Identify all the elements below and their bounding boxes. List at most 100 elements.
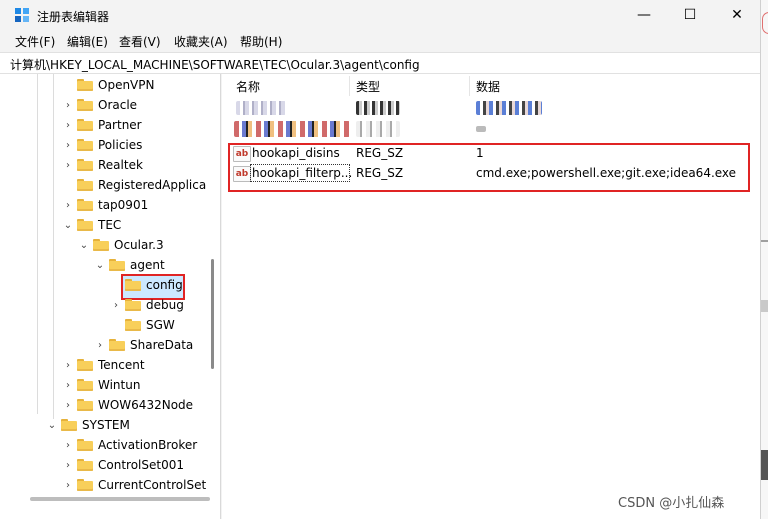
tree-item-label: OpenVPN xyxy=(98,78,155,92)
address-path[interactable]: 计算机\HKEY_LOCAL_MACHINE\SOFTWARE\TEC\Ocul… xyxy=(10,56,420,73)
chevron-down-icon[interactable]: ⌄ xyxy=(63,220,73,231)
chevron-down-icon[interactable]: ⌄ xyxy=(95,260,105,271)
column-header-name[interactable]: 名称 xyxy=(236,78,260,96)
tree-item-config[interactable]: config xyxy=(111,275,183,295)
folder-icon xyxy=(77,439,93,451)
tree-item-wow6432node[interactable]: › WOW6432Node xyxy=(63,395,193,415)
obscured-value-data xyxy=(476,101,542,115)
minimize-button[interactable]: — xyxy=(621,0,667,30)
menu-file[interactable]: 文件(F) xyxy=(15,33,55,50)
folder-icon xyxy=(77,179,93,191)
tree-item-activationbroker[interactable]: › ActivationBroker xyxy=(63,435,197,455)
menu-help[interactable]: 帮助(H) xyxy=(240,33,282,50)
menu-edit[interactable]: 编辑(E) xyxy=(67,33,108,50)
tree-guide-line xyxy=(53,74,54,419)
tree-item-tap0901[interactable]: › tap0901 xyxy=(63,195,148,215)
folder-icon xyxy=(125,279,141,291)
tree-item-registeredapplications[interactable]: RegisteredApplica xyxy=(63,175,206,195)
tree-item-label: SYSTEM xyxy=(82,418,130,432)
tree-item-label: Realtek xyxy=(98,158,143,172)
maximize-icon: ☐ xyxy=(683,7,697,23)
close-icon: ✕ xyxy=(731,7,743,23)
title-bar[interactable]: 注册表编辑器 — ☐ ✕ xyxy=(0,0,760,30)
menu-bar: 文件(F) 编辑(E) 查看(V) 收藏夹(A) 帮助(H) xyxy=(0,30,760,51)
tree-item-label: CurrentControlSet xyxy=(98,478,207,492)
tree-item-agent[interactable]: ⌄ agent xyxy=(95,255,165,275)
tree-item-label: Policies xyxy=(98,138,143,152)
values-list: 名称 类型 数据 ab hookapi_disins REG_SZ 1 ab h… xyxy=(222,74,760,519)
folder-icon xyxy=(109,339,125,351)
tree-item-policies[interactable]: › Policies xyxy=(63,135,142,155)
folder-icon xyxy=(77,79,93,91)
chevron-right-icon[interactable]: › xyxy=(63,200,73,211)
annotation-highlight-box xyxy=(228,143,750,192)
maximize-button[interactable]: ☐ xyxy=(667,0,713,30)
tree-item-openvpn[interactable]: OpenVPN xyxy=(63,75,154,95)
tree-item-label: Tencent xyxy=(98,358,145,372)
folder-icon xyxy=(77,99,93,111)
tree-item-sharedata[interactable]: › ShareData xyxy=(95,335,193,355)
folder-icon xyxy=(93,239,109,251)
chevron-down-icon[interactable]: ⌄ xyxy=(79,240,89,251)
chevron-right-icon[interactable]: › xyxy=(63,440,73,451)
tree-item-controlset001[interactable]: › ControlSet001 xyxy=(63,455,184,475)
tree-item-label: WOW6432Node xyxy=(98,398,194,412)
chevron-right-icon[interactable]: › xyxy=(63,380,73,391)
column-separator[interactable] xyxy=(349,76,350,96)
chevron-right-icon[interactable]: › xyxy=(95,340,105,351)
tree-item-partner[interactable]: › Partner xyxy=(63,115,142,135)
address-bar[interactable]: 计算机\HKEY_LOCAL_MACHINE\SOFTWARE\TEC\Ocul… xyxy=(0,52,760,74)
folder-icon xyxy=(77,459,93,471)
chevron-right-icon[interactable]: › xyxy=(63,460,73,471)
tree-item-wintun[interactable]: › Wintun xyxy=(63,375,140,395)
menu-view[interactable]: 查看(V) xyxy=(119,33,161,50)
column-header-data[interactable]: 数据 xyxy=(476,78,500,96)
tree-item-label: RegisteredApplica xyxy=(98,178,207,192)
tree-item-label: Oracle xyxy=(98,98,138,112)
tree-item-tec[interactable]: ⌄ TEC xyxy=(63,215,122,235)
tree-item-label: agent xyxy=(130,258,165,272)
background-page-edge xyxy=(760,0,768,519)
scrollbar-thumb[interactable] xyxy=(211,259,214,369)
folder-icon xyxy=(61,419,77,431)
background-decoration xyxy=(761,240,768,242)
registry-editor-window: 注册表编辑器 — ☐ ✕ 文件(F) 编辑(E) 查看(V) 收藏夹(A) 帮助… xyxy=(0,0,761,519)
tree-horizontal-scrollbar[interactable] xyxy=(30,497,210,501)
tree-item-label: Wintun xyxy=(98,378,141,392)
chevron-right-icon[interactable]: › xyxy=(63,160,73,171)
column-header-type[interactable]: 类型 xyxy=(356,78,380,96)
chevron-right-icon[interactable]: › xyxy=(63,480,73,491)
close-button[interactable]: ✕ xyxy=(714,0,760,30)
folder-icon xyxy=(77,379,93,391)
folder-icon xyxy=(77,219,93,231)
tree-item-oracle[interactable]: › Oracle xyxy=(63,95,137,115)
menu-favorites[interactable]: 收藏夹(A) xyxy=(174,33,228,50)
tree-vertical-scrollbar[interactable] xyxy=(210,74,216,514)
chevron-right-icon[interactable]: › xyxy=(63,140,73,151)
folder-icon xyxy=(77,119,93,131)
column-separator[interactable] xyxy=(469,76,470,96)
background-decoration xyxy=(761,450,768,480)
tree-item-label: Ocular.3 xyxy=(114,238,164,252)
tree-item-system[interactable]: ⌄ SYSTEM xyxy=(47,415,130,435)
registry-editor-icon xyxy=(15,8,29,22)
obscured-value-name xyxy=(234,121,350,137)
folder-icon xyxy=(109,259,125,271)
tree-item-tencent[interactable]: › Tencent xyxy=(63,355,145,375)
tree-item-ocular3[interactable]: ⌄ Ocular.3 xyxy=(79,235,164,255)
chevron-down-icon[interactable]: ⌄ xyxy=(47,420,57,431)
tree-item-label: Partner xyxy=(98,118,142,132)
chevron-right-icon[interactable]: › xyxy=(63,120,73,131)
folder-icon xyxy=(77,399,93,411)
chevron-right-icon[interactable]: › xyxy=(111,300,121,311)
chevron-right-icon[interactable]: › xyxy=(63,400,73,411)
folder-icon xyxy=(77,359,93,371)
tree-item-currentcontrolset[interactable]: › CurrentControlSet xyxy=(63,475,206,495)
tree-item-sgw[interactable]: SGW xyxy=(111,315,175,335)
folder-icon xyxy=(125,319,141,331)
tree-item-label: SGW xyxy=(146,318,175,332)
tree-item-realtek[interactable]: › Realtek xyxy=(63,155,143,175)
tree-item-debug[interactable]: › debug xyxy=(111,295,184,315)
chevron-right-icon[interactable]: › xyxy=(63,360,73,371)
chevron-right-icon[interactable]: › xyxy=(63,100,73,111)
